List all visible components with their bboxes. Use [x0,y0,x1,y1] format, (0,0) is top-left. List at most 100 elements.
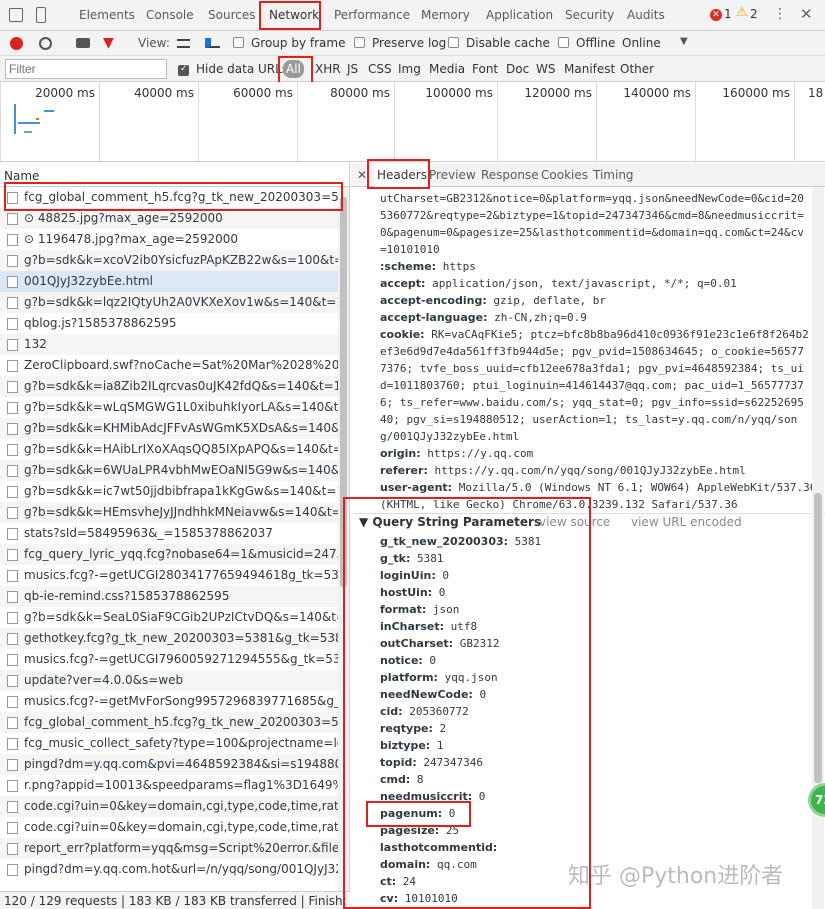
name-column-header[interactable]: Name [0,163,349,187]
device-toolbar-icon[interactable] [36,7,46,23]
request-row[interactable]: 001QJyJ32zybEe.html [0,271,338,292]
filter-input[interactable] [5,59,167,79]
request-row[interactable]: fcg_global_comment_h5.fcg?g_tk_new_20200… [0,187,338,208]
type-filter-ws[interactable]: WS [536,62,555,76]
query-param-key: needmusiccrit: [380,790,473,803]
view-url-encoded-link[interactable]: view URL encoded [631,515,742,529]
request-row[interactable]: musics.fcg?-=getMvForSong995729683977168… [0,691,338,712]
type-filter-media[interactable]: Media [429,62,465,76]
request-row[interactable]: fcg_music_collect_safety?type=100&projec… [0,733,338,754]
tab-cookies[interactable]: Cookies [541,163,588,187]
type-filter-all[interactable]: All [283,60,304,78]
timeline-overview[interactable]: 20000 ms 40000 ms 60000 ms 80000 ms 1000… [0,82,825,162]
header-key: accept: [380,277,426,290]
throttling-select[interactable]: Online [622,36,661,50]
clear-icon[interactable] [39,37,52,50]
request-row[interactable]: musics.fcg?-=getUCGI7960059271294555&g_t… [0,649,338,670]
type-filter-manifest[interactable]: Manifest [564,62,615,76]
request-row[interactable]: g?b=sdk&k=KHMibAdcJFFvAsWGmK5XDsA&s=140&… [0,418,338,439]
request-name: 132 [24,337,47,351]
warning-count[interactable]: 2 [750,7,758,21]
group-by-frame-checkbox[interactable] [233,37,244,48]
hide-data-urls-checkbox[interactable] [178,64,189,76]
tab-sources[interactable]: Sources [208,0,255,31]
network-toolbar: ▼ View: Group by frame Preserve log Disa… [0,31,825,56]
request-row[interactable]: 132 [0,334,338,355]
request-row[interactable]: report_err?platform=yqq&msg=Script%20err… [0,838,338,859]
overview-icon[interactable] [205,38,220,48]
preserve-log-checkbox[interactable] [354,37,365,48]
query-param-row: format: json [380,601,459,618]
request-row[interactable]: r.png?appid=10013&speedparams=flag1%3D16… [0,775,338,796]
close-detail-icon[interactable]: ✕ [357,163,367,187]
tab-network[interactable]: Network [269,0,319,31]
tab-memory[interactable]: Memory [421,0,470,31]
tab-console[interactable]: Console [146,0,194,31]
request-row[interactable]: qb-ie-remind.css?1585378862595 [0,586,338,607]
inspect-element-icon[interactable] [9,8,23,22]
type-filter-doc[interactable]: Doc [506,62,529,76]
offline-checkbox[interactable] [558,37,569,48]
request-name: ⊙ 1196478.jpg?max_age=2592000 [24,232,239,246]
request-row[interactable]: code.cgi?uin=0&key=domain,cgi,type,code,… [0,817,338,838]
close-icon[interactable]: ✕ [800,5,813,23]
record-icon[interactable] [10,37,23,50]
type-filter-js[interactable]: JS [347,62,358,76]
disable-cache-checkbox[interactable] [448,37,459,48]
request-row[interactable]: musics.fcg?-=getUCGI28034177659494618g_t… [0,565,338,586]
view-source-link[interactable]: view source [539,515,610,529]
request-row[interactable]: fcg_query_lyric_yqq.fcg?nobase64=1&music… [0,544,338,565]
request-row[interactable]: update?ver=4.0.0&s=web [0,670,338,691]
file-type-icon [7,297,18,309]
type-filter-css[interactable]: CSS [368,62,392,76]
query-param-value: 0 [435,569,449,582]
request-name: g?b=sdk&k=xcoV2ib0YsicfuzPApKZB22w&s=100… [24,253,338,267]
request-row[interactable]: g?b=sdk&k=6WUaLPR4vbhMwEOaNI5G9w&s=140&t… [0,460,338,481]
tab-application[interactable]: Application [486,0,553,31]
tab-response[interactable]: Response [481,163,539,187]
query-param-key: g_tk: [380,552,411,565]
tab-elements[interactable]: Elements [79,0,135,31]
request-row[interactable]: g?b=sdk&k=xcoV2ib0YsicfuzPApKZB22w&s=100… [0,250,338,271]
file-type-icon [7,633,18,645]
tab-headers[interactable]: Headers [375,163,429,187]
request-row[interactable]: g?b=sdk&k=HAibLrIXoXAqsQQ85IXpAPQ&s=140&… [0,439,338,460]
filter-icon[interactable]: ▼ [103,35,114,51]
type-filter-font[interactable]: Font [472,62,498,76]
request-row[interactable]: g?b=sdk&k=HEmsvheJyJJndhhkMNeiavw&s=140&… [0,502,338,523]
request-row[interactable]: gethotkey.fcg?g_tk_new_20200303=5381&g_t… [0,628,338,649]
request-row[interactable]: g?b=sdk&k=lqz2IQtyUh2A0VKXeXov1w&s=140&t… [0,292,338,313]
request-row[interactable]: pingd?dm=y.qq.com.hot&url=/n/yqq/song/00… [0,859,338,880]
request-row[interactable]: g?b=sdk&k=ia8Zib2ILqrcvas0uJK42fdQ&s=140… [0,376,338,397]
request-list-scrollbar[interactable] [338,187,349,891]
detail-scrollbar-thumb[interactable] [814,493,822,783]
timeline-bars [24,131,32,133]
request-row[interactable]: qblog.js?1585378862595 [0,313,338,334]
more-options-icon[interactable]: ⋮ [773,6,787,22]
request-row[interactable]: ⊙ 48825.jpg?max_age=2592000 [0,208,338,229]
tab-performance[interactable]: Performance [334,0,410,31]
query-string-title[interactable]: ▼ Query String Parameters [359,515,541,529]
request-row[interactable]: g?b=sdk&k=SeaL0SiaF9CGib2UPzICtvDQ&s=140… [0,607,338,628]
tab-preview[interactable]: Preview [429,163,476,187]
tab-audits[interactable]: Audits [627,0,665,31]
request-row[interactable]: pingd?dm=y.qq.com&pvi=4648592384&si=s194… [0,754,338,775]
request-name: code.cgi?uin=0&key=domain,cgi,type,code,… [24,799,338,813]
tab-timing[interactable]: Timing [593,163,634,187]
request-row[interactable]: fcg_global_comment_h5.fcg?g_tk_new_20200… [0,712,338,733]
large-rows-icon[interactable] [177,39,190,48]
request-row[interactable]: ⊙ 1196478.jpg?max_age=2592000 [0,229,338,250]
type-filter-img[interactable]: Img [398,62,421,76]
type-filter-xhr[interactable]: XHR [315,62,341,76]
request-row[interactable]: code.cgi?uin=0&key=domain,cgi,type,code,… [0,796,338,817]
request-row[interactable]: g?b=sdk&k=ic7wt50jjdbibfrapa1kKgGw&s=140… [0,481,338,502]
tab-security[interactable]: Security [565,0,614,31]
request-row[interactable]: stats?sId=58495963&_=1585378862037 [0,523,338,544]
request-row[interactable]: g?b=sdk&k=wLqSMGWG1L0xibuhkIyorLA&s=140&… [0,397,338,418]
error-count[interactable]: 1 [724,7,732,21]
request-row[interactable]: ZeroClipboard.swf?noCache=Sat%20Mar%2028… [0,355,338,376]
type-filter-other[interactable]: Other [620,62,654,76]
chevron-down-icon[interactable]: ▼ [680,36,688,47]
screenshot-icon[interactable] [76,38,90,48]
query-param-row: g_tk: 5381 [380,550,443,567]
